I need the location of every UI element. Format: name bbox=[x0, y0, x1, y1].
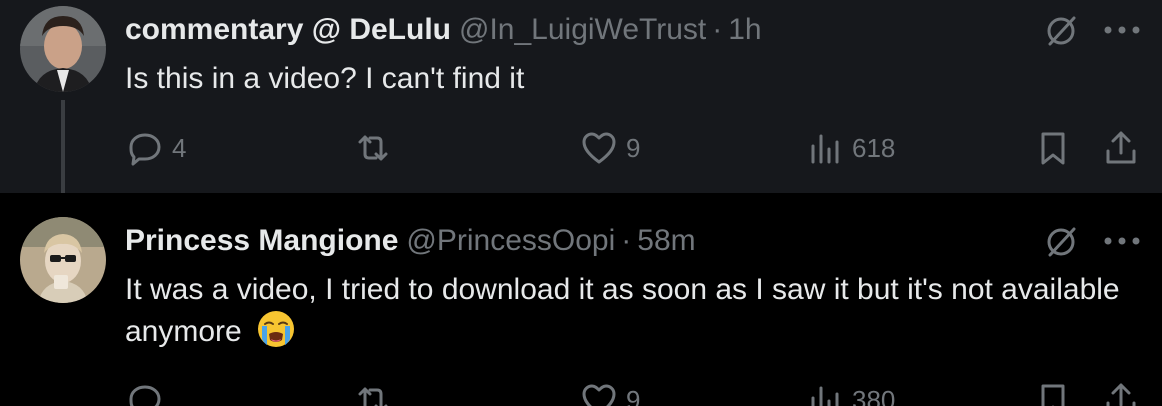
tweet-header: commentary @ DeLulu @In_LuigiWeTrust · 1… bbox=[125, 12, 762, 48]
display-name[interactable]: commentary @ DeLulu bbox=[125, 12, 451, 48]
grok-icon[interactable] bbox=[1042, 223, 1080, 261]
repost-icon bbox=[358, 387, 388, 406]
like-count: 9 bbox=[626, 384, 641, 406]
repost-icon bbox=[358, 135, 388, 161]
view-count: 618 bbox=[852, 132, 896, 163]
grok-icon[interactable] bbox=[1042, 12, 1080, 50]
user-handle[interactable]: @PrincessOopi bbox=[406, 223, 615, 259]
like-button[interactable]: 9 bbox=[580, 128, 640, 168]
views-icon bbox=[811, 386, 839, 406]
tweet-header: Princess Mangione @PrincessOopi · 58m bbox=[125, 223, 696, 259]
more-icon[interactable] bbox=[1102, 235, 1142, 247]
views-button[interactable]: 380 bbox=[806, 380, 895, 406]
share-icon bbox=[1106, 383, 1136, 406]
timestamp[interactable]: 58m bbox=[637, 223, 695, 259]
bookmark-button[interactable] bbox=[1034, 380, 1072, 406]
like-count: 9 bbox=[626, 132, 641, 163]
separator-dot: · bbox=[712, 13, 723, 46]
timestamp[interactable]: 1h bbox=[728, 12, 761, 48]
share-button[interactable] bbox=[1102, 380, 1140, 406]
like-button[interactable]: 9 bbox=[580, 380, 640, 406]
more-icon[interactable] bbox=[1102, 24, 1142, 36]
tweet-text: Is this in a video? I can't find it bbox=[125, 62, 525, 95]
reply-button[interactable]: 4 bbox=[126, 128, 186, 168]
share-button[interactable] bbox=[1102, 128, 1140, 168]
separator-dot: · bbox=[621, 224, 632, 257]
like-icon bbox=[582, 384, 616, 406]
bookmark-icon bbox=[1041, 132, 1065, 165]
reply-count: 4 bbox=[172, 132, 187, 163]
reply-icon bbox=[129, 133, 161, 166]
reply-icon bbox=[129, 385, 161, 406]
avatar[interactable] bbox=[20, 6, 106, 92]
view-count: 380 bbox=[852, 384, 896, 406]
display-name[interactable]: Princess Mangione bbox=[125, 223, 398, 259]
action-bar: 9 380 bbox=[0, 380, 1162, 406]
loudly-crying-face-emoji bbox=[258, 311, 295, 347]
views-button[interactable]: 618 bbox=[806, 128, 895, 168]
tweet[interactable]: commentary @ DeLulu @In_LuigiWeTrust · 1… bbox=[0, 0, 1162, 214]
user-handle[interactable]: @In_LuigiWeTrust bbox=[459, 12, 706, 48]
tweet[interactable]: Princess Mangione @PrincessOopi · 58m It… bbox=[0, 193, 1162, 406]
tweet-text-container: It was a video, I tried to download it a… bbox=[125, 271, 1135, 351]
like-icon bbox=[582, 132, 616, 164]
reply-button[interactable] bbox=[126, 380, 172, 406]
repost-button[interactable] bbox=[354, 380, 400, 406]
action-bar: 4 9 618 bbox=[0, 128, 1162, 168]
share-icon bbox=[1106, 131, 1136, 164]
avatar[interactable] bbox=[20, 217, 106, 303]
repost-button[interactable] bbox=[354, 128, 400, 168]
bookmark-button[interactable] bbox=[1034, 128, 1072, 168]
views-icon bbox=[811, 134, 839, 164]
bookmark-icon bbox=[1041, 384, 1065, 406]
